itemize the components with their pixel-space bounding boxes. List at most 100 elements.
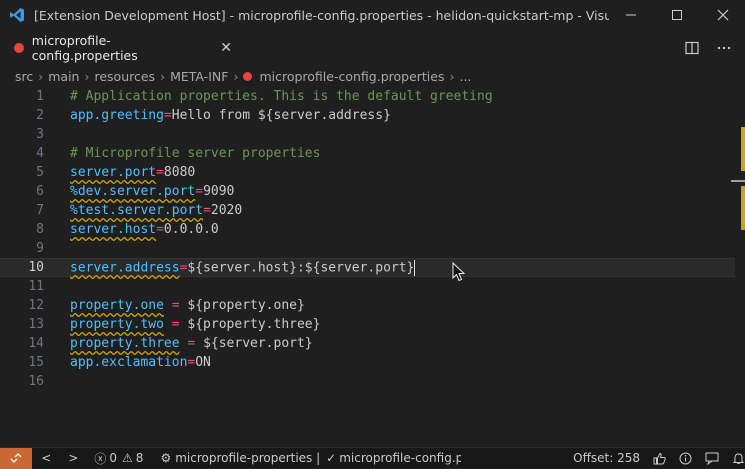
breadcrumb-more[interactable]: ... (459, 69, 471, 84)
file-status[interactable]: ✓ microprofile-config.pro (326, 451, 461, 465)
thumbs-up-icon[interactable] (653, 452, 666, 465)
check-icon: ✓ (326, 451, 337, 465)
code-line: 2 app.greeting=Hello from ${server.addre… (0, 106, 735, 125)
line-number: 10 (28, 260, 44, 275)
line-number: 4 (36, 146, 44, 161)
bell-icon[interactable] (732, 452, 745, 465)
property-key: server.address (70, 260, 180, 275)
equals-sign: = (195, 184, 204, 199)
equals-sign: = (203, 203, 211, 218)
editor-actions (685, 40, 731, 59)
warning-count: 8 (135, 451, 144, 465)
breadcrumb-src[interactable]: src (15, 69, 33, 84)
code-line: 11 (0, 277, 735, 296)
property-key: property.one (70, 298, 164, 313)
line-number: 5 (36, 165, 44, 180)
close-icon[interactable]: ✕ (220, 40, 232, 56)
tab-label: microprofile-config.properties (31, 33, 138, 63)
line-number: 2 (36, 108, 44, 123)
line-number: 7 (36, 203, 44, 218)
properties-file-icon (243, 71, 253, 81)
window-title: [Extension Development Host] - microprof… (34, 7, 609, 23)
code-line: 16 (0, 372, 735, 391)
remote-indicator[interactable] (0, 447, 33, 469)
equals-sign: = (156, 222, 164, 237)
code-line: 3 (0, 125, 735, 144)
line-number: 14 (28, 336, 44, 351)
line-number: 9 (36, 241, 44, 256)
property-key: %test.server.port (70, 203, 204, 218)
status-bar: < > ⓧ 0 ⚠ 8 ⚙ microprofile-properties | … (0, 447, 745, 469)
vertical-scrollbar[interactable] (731, 87, 745, 447)
code-editor[interactable]: 1 # Application properties. This is the … (0, 87, 745, 447)
property-value: ${property.one} (187, 298, 305, 313)
equals-sign: = (156, 165, 164, 180)
offset-indicator[interactable]: Offset: 258 (573, 451, 640, 465)
property-key: property.three (70, 336, 180, 351)
property-value: 2020 (210, 203, 243, 218)
info-icon[interactable] (679, 452, 692, 465)
properties-file-icon (14, 43, 24, 53)
property-value: ${server.port} (203, 336, 313, 351)
property-value: 0.0.0.0 (163, 222, 219, 237)
line-number: 6 (36, 184, 44, 199)
code-line: 5 server.port=8080 (0, 163, 735, 182)
code-line: 15 app.exclamation=ON (0, 353, 735, 372)
property-value: 8080 (163, 165, 196, 180)
split-editor-icon[interactable] (685, 40, 699, 59)
chevron-right-icon: › (84, 68, 90, 84)
code-line-current: 10 server.address=${server.host}:${serve… (0, 258, 735, 277)
error-icon: ⓧ (94, 451, 107, 466)
tab-bar: microprofile-config.properties ✕ (0, 33, 745, 63)
more-actions-icon[interactable] (717, 40, 731, 59)
line-number: 16 (28, 374, 44, 389)
close-window-button[interactable] (700, 0, 745, 30)
file-status-label: microprofile-config.pro (339, 451, 462, 465)
maximize-button[interactable] (654, 0, 700, 30)
feedback-icon[interactable] (705, 452, 719, 465)
code-line: 6 %dev.server.port=9090 (0, 182, 735, 201)
line-number: 1 (36, 89, 44, 104)
project-label: microprofile-properties | (175, 451, 321, 465)
chevron-right-icon: › (38, 68, 44, 84)
line-number: 13 (28, 317, 44, 332)
code-line: 14 property.three = ${server.port} (0, 334, 735, 353)
property-key: property.two (70, 317, 164, 332)
property-key: server.port (70, 165, 157, 180)
previous-button[interactable]: < (41, 451, 51, 465)
code-line: 13 property.two = ${property.three} (0, 315, 735, 334)
breadcrumb-file[interactable]: microprofile-config.properties (259, 69, 444, 84)
property-key: %dev.server.port (70, 184, 196, 199)
mouse-pointer-icon (452, 261, 466, 286)
breadcrumb-main[interactable]: main (48, 69, 79, 84)
breadcrumb-resources[interactable]: resources (94, 69, 155, 84)
property-value: ON (195, 355, 211, 370)
code-line: 9 (0, 239, 735, 258)
next-button[interactable]: > (68, 451, 78, 465)
line-number: 8 (36, 222, 44, 237)
chevron-right-icon: › (233, 68, 239, 84)
line-number: 15 (28, 355, 44, 370)
gear-icon: ⚙ (160, 451, 172, 465)
chevron-right-icon: › (160, 68, 166, 84)
tab-microprofile-config[interactable]: microprofile-config.properties ✕ (0, 33, 232, 63)
property-key: app.greeting (70, 108, 164, 123)
code-line: 7 %test.server.port=2020 (0, 201, 735, 220)
property-value: ${server.host}:${server.port} (187, 260, 415, 275)
property-value: 9090 (203, 184, 235, 199)
project-status[interactable]: ⚙ microprofile-properties | (160, 451, 320, 465)
code-line: 12 property.one = ${property.one} (0, 296, 735, 315)
property-key: server.host (70, 222, 157, 237)
equals-sign: = (179, 336, 204, 351)
problems-indicator[interactable]: ⓧ 0 ⚠ 8 (94, 450, 143, 467)
warning-ruler-mark (741, 127, 745, 171)
warning-ruler-mark (741, 186, 745, 230)
comment-text: # Application properties. This is the de… (70, 89, 493, 104)
breadcrumb-meta-inf[interactable]: META-INF (170, 69, 228, 84)
code-line: 1 # Application properties. This is the … (0, 87, 735, 106)
chevron-right-icon: › (449, 68, 455, 84)
code-line: 8 server.host=0.0.0.0 (0, 220, 735, 239)
minimize-button[interactable] (608, 0, 654, 30)
line-number: 11 (28, 279, 44, 294)
breadcrumb: src › main › resources › META-INF › micr… (0, 66, 745, 86)
